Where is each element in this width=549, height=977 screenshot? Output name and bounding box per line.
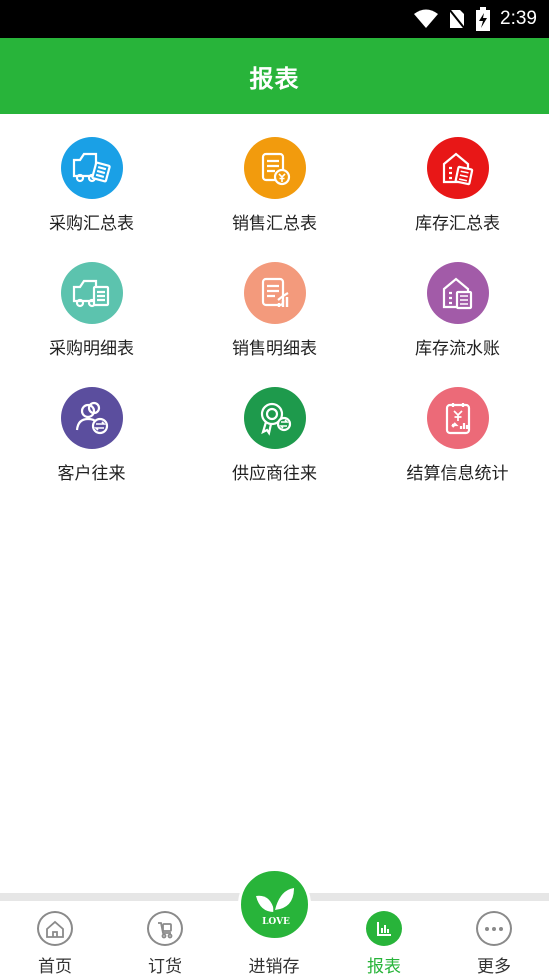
report-tile-settlement-stats[interactable]: 结算信息统计 [366,364,549,489]
status-bar: 2:39 [0,0,549,38]
tab-label: 首页 [38,957,72,977]
report-label: 结算信息统计 [406,464,509,484]
tab-home[interactable]: 首页 [0,901,110,977]
status-icons: 2:39 [414,0,537,38]
battery-charging-icon [476,7,491,31]
customers-exchange-icon [60,387,123,449]
fab-logo-text: LOVE [262,917,290,927]
tab-inventory-label: 进销存 [248,957,300,977]
wifi-icon [414,9,439,28]
report-label: 销售汇总表 [232,214,317,234]
tab-label: 报表 [367,957,401,977]
report-label: 供应商往来 [232,464,317,484]
report-tile-customer-dealings[interactable]: 客户往来 [0,364,183,489]
report-tile-sales-summary[interactable]: 销售汇总表 [183,114,366,239]
tab-more[interactable]: 更多 [439,901,549,977]
document-chart-icon [243,262,306,324]
report-tile-purchase-detail[interactable]: 采购明细表 [0,239,183,364]
report-tile-purchase-summary[interactable]: 采购汇总表 [0,114,183,239]
warehouse-list-icon [426,262,489,324]
center-fab-button[interactable]: LOVE [238,868,311,941]
leaf-love-icon: LOVE [255,887,294,927]
report-label: 库存汇总表 [415,214,500,234]
tab-reports[interactable]: 报表 [329,901,439,977]
app-header: 报表 [0,38,549,114]
document-yuan-icon [243,137,306,199]
report-tile-inventory-summary[interactable]: 库存汇总表 [366,114,549,239]
report-tile-inventory-ledger[interactable]: 库存流水账 [366,239,549,364]
report-label: 销售明细表 [232,339,317,359]
truck-list-icon [60,262,123,324]
status-time: 2:39 [500,8,537,29]
report-tile-sales-detail[interactable]: 销售明细表 [183,239,366,364]
tab-label: 更多 [477,957,511,977]
bar-chart-icon [366,911,402,946]
warehouse-calculator-icon [426,137,489,199]
page-title: 报表 [249,64,300,93]
order-cart-icon [147,911,183,946]
report-tile-supplier-dealings[interactable]: 供应商往来 [183,364,366,489]
report-label: 库存流水账 [415,339,500,359]
truck-calculator-icon [60,137,123,199]
no-sim-icon [448,8,466,30]
home-icon [37,911,73,946]
clipboard-yuan-chart-icon [426,387,489,449]
more-dots-icon [476,911,512,946]
report-label: 采购明细表 [49,339,134,359]
report-label: 采购汇总表 [49,214,134,234]
supplier-badge-icon [243,387,306,449]
report-label: 客户往来 [57,464,126,484]
tab-label: 订货 [148,957,182,977]
tab-order[interactable]: 订货 [110,901,220,977]
